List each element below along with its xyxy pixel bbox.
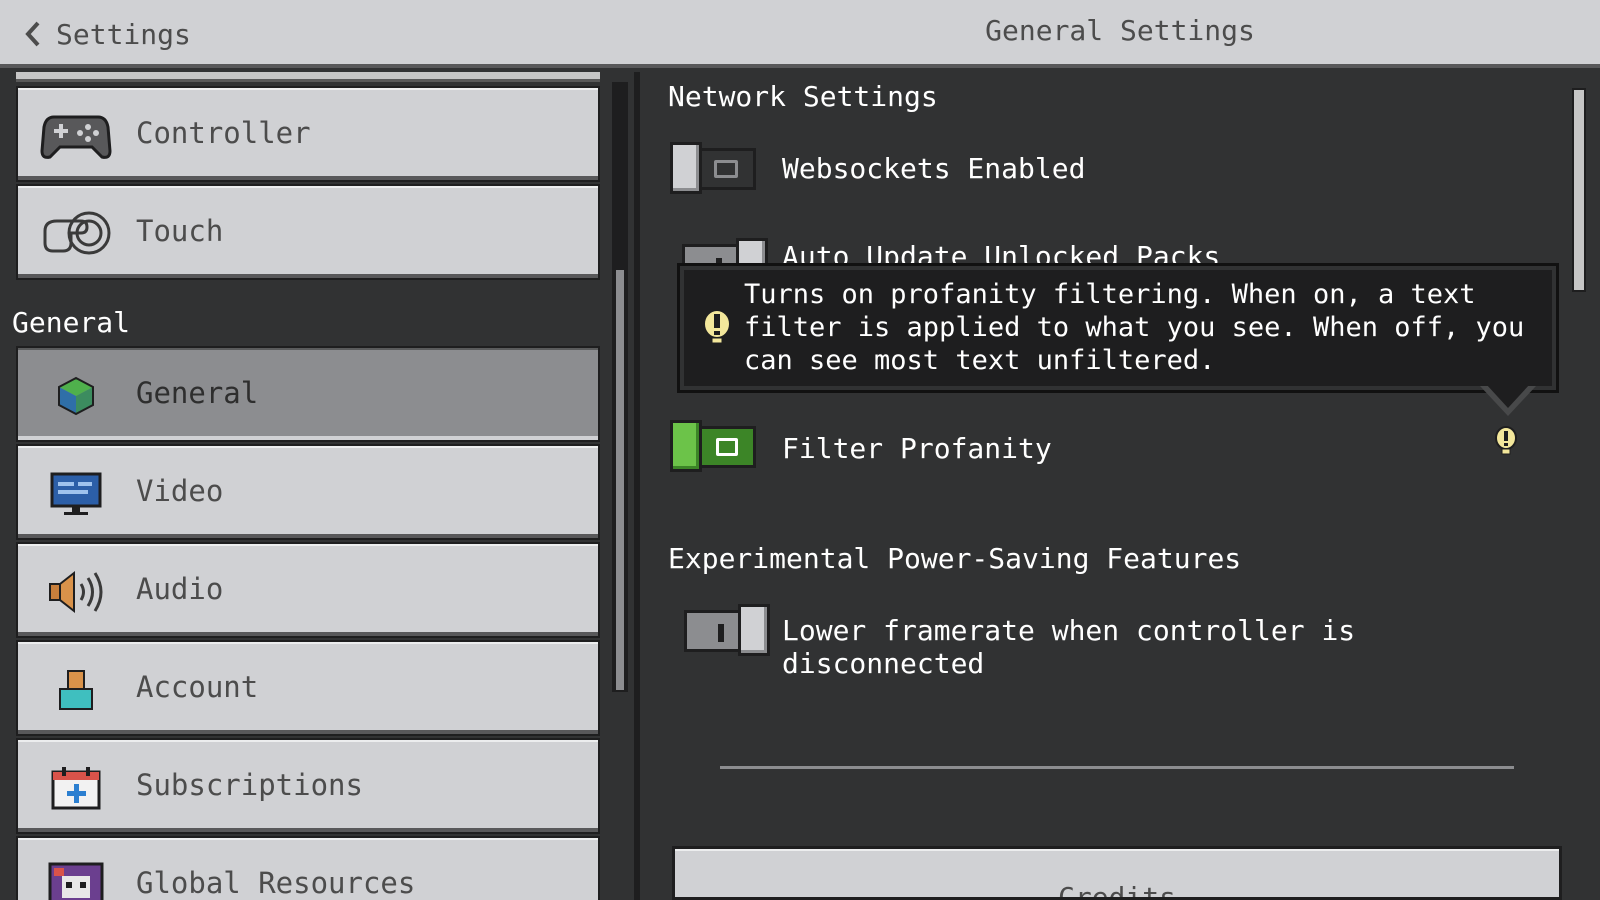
sidebar-item-label: Video <box>136 474 224 508</box>
toggle-off-glyph <box>714 160 738 178</box>
global-resources-icon <box>40 858 112 900</box>
sidebar-item-touch[interactable]: Touch <box>16 184 600 280</box>
back-button[interactable]: Settings <box>22 14 191 54</box>
lower-framerate-toggle[interactable] <box>684 604 770 656</box>
toggle-on-glyph <box>716 438 738 456</box>
toggle-knob <box>670 142 702 194</box>
tooltip: Turns on profanity filtering. When on, a… <box>677 263 1559 393</box>
section-title-network: Network Settings <box>668 80 938 113</box>
filter-profanity-toggle[interactable] <box>670 420 756 472</box>
touch-icon <box>40 206 112 262</box>
divider <box>720 766 1514 769</box>
speaker-icon <box>40 564 112 620</box>
sidebar-item-subscriptions[interactable]: Subscriptions <box>16 738 600 834</box>
top-bar: Settings General Settings <box>0 0 1600 68</box>
auto-update-toggle[interactable] <box>682 238 768 268</box>
sidebar-item-label: General <box>136 376 259 410</box>
sidebar-item-label: Controller <box>136 116 311 150</box>
monitor-icon <box>40 466 112 522</box>
toggle-knob <box>670 420 702 472</box>
controller-icon <box>40 108 112 164</box>
lower-framerate-label: Lower framerate when controller is disco… <box>782 614 1356 680</box>
sidebar-clipped-item <box>16 72 600 82</box>
sidebar-item-account[interactable]: Account <box>16 640 600 736</box>
credits-button[interactable]: Credits <box>672 846 1562 900</box>
info-icon <box>703 309 731 344</box>
tooltip-arrow-inner <box>1486 384 1530 408</box>
sidebar-item-video[interactable]: Video <box>16 444 600 540</box>
chevron-left-icon <box>25 21 40 47</box>
sidebar-scrollbar-thumb[interactable] <box>614 268 626 692</box>
sidebar: Controller Touch General General Video A… <box>0 72 640 900</box>
sidebar-item-label: Touch <box>136 214 224 248</box>
subscriptions-icon <box>40 760 112 816</box>
credits-label: Credits <box>1057 881 1176 900</box>
sidebar-item-general[interactable]: General <box>16 346 600 442</box>
account-icon <box>40 662 112 718</box>
sidebar-item-audio[interactable]: Audio <box>16 542 600 638</box>
filter-profanity-label: Filter Profanity <box>782 432 1052 465</box>
info-icon[interactable] <box>1494 426 1518 456</box>
websockets-toggle[interactable] <box>670 142 756 194</box>
sidebar-item-label: Account <box>136 670 259 704</box>
toggle-knob <box>736 238 768 268</box>
settings-panel <box>650 72 1600 900</box>
sidebar-item-global-resources[interactable]: Global Resources <box>16 836 600 900</box>
toggle-knob <box>738 604 770 656</box>
content-scrollbar-thumb[interactable] <box>1572 88 1586 292</box>
sidebar-item-label: Global Resources <box>136 866 416 900</box>
back-label: Settings <box>56 17 191 51</box>
page-title: General Settings <box>985 14 1255 47</box>
sidebar-item-label: Audio <box>136 572 224 606</box>
websockets-label: Websockets Enabled <box>782 152 1086 185</box>
tooltip-text: Turns on profanity filtering. When on, a… <box>744 279 1525 376</box>
section-heading-general: General <box>12 306 131 339</box>
section-title-power-saving: Experimental Power-Saving Features <box>668 542 1242 575</box>
sidebar-item-controller[interactable]: Controller <box>16 86 600 182</box>
sidebar-item-label: Subscriptions <box>136 768 363 802</box>
cube-icon <box>40 368 112 424</box>
toggle-bar <box>718 624 724 642</box>
